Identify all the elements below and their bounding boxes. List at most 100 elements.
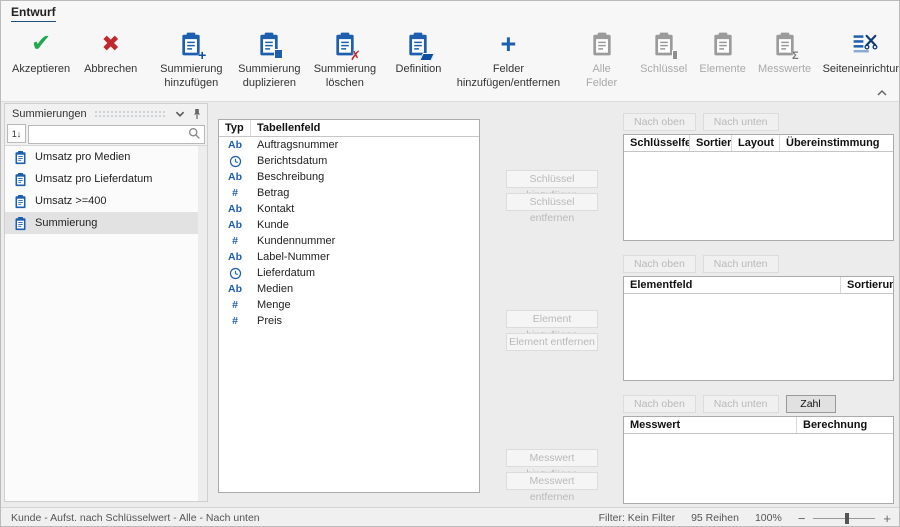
sidebar-scrollbar[interactable] [198,146,207,501]
key-remove-button[interactable]: Schlüssel entfernen [506,193,598,211]
summation-icon [13,194,28,209]
key-move-up-button[interactable]: Nach oben [623,113,696,131]
ribbon-collapse-icon[interactable] [875,87,889,99]
chevron-down-icon[interactable] [174,108,186,120]
summation-add-button[interactable]: + Summierung hinzufügen [152,22,230,101]
summation-icon [13,150,28,165]
element-move-down-button[interactable]: Nach unten [703,255,779,273]
summations-panel-title: Summierungen [12,108,87,120]
column-header-sorting[interactable]: Sortierur [690,135,732,151]
cross-icon: ✖ [101,33,119,55]
number-type-icon: # [219,315,251,327]
zoom-slider[interactable] [813,518,875,519]
field-row[interactable]: Ab Label-Nummer [219,249,479,265]
accept-button[interactable]: ✔ Akzeptieren [5,22,77,101]
ribbon-toolbar: ✔ Akzeptieren ✖ Abbrechen + Summierung h… [1,22,900,102]
measure-add-button[interactable]: Messwert hinzufügen [506,449,598,467]
keys-button[interactable]: Schlüssel [634,22,693,101]
summation-duplicate-button[interactable]: Summierung duplizieren [230,22,308,101]
field-row[interactable]: # Betrag [219,185,479,201]
zoom-out-icon[interactable]: − [798,511,806,526]
summation-icon [13,216,28,231]
measure-table-header: Messwert Berechnung [624,417,893,434]
element-table-header: Elementfeld Sortierun [624,277,893,294]
column-header-match[interactable]: Übereinstimmung [780,135,893,151]
cancel-button[interactable]: ✖ Abbrechen [77,22,144,101]
number-format-button[interactable]: Zahl [786,395,836,413]
elements-button[interactable]: Elemente [693,22,752,101]
tab-entwurf[interactable]: Entwurf [11,1,56,23]
status-summary-text: Kunde - Aufst. nach Schlüsselwert - Alle… [11,512,599,524]
fields-add-remove-label: Felder hinzufügen/entfernen [455,63,563,91]
measure-move-down-button[interactable]: Nach unten [703,395,779,413]
key-add-button[interactable]: Schlüssel hinzufügen [506,170,598,188]
key-table: Schlüsselfeld Sortierur Layout Übereinst… [623,134,894,241]
column-header-tablefield[interactable]: Tabellenfeld [251,120,479,136]
summation-list-item-selected[interactable]: Summierung [5,212,207,234]
key-table-header: Schlüsselfeld Sortierur Layout Übereinst… [624,135,893,152]
sort-button[interactable]: 1↓ [7,124,26,143]
text-type-icon: Ab [219,219,251,231]
summation-list-item[interactable]: Umsatz >=400 [5,190,207,212]
field-row[interactable]: Lieferdatum [219,265,479,281]
status-filter: Filter: Kein Filter [599,512,675,524]
summation-list-item[interactable]: Umsatz pro Lieferdatum [5,168,207,190]
page-setup-icon [852,31,878,57]
summations-list: Umsatz pro Medien Umsatz pro Lieferdatum… [5,145,207,501]
number-type-icon: # [219,187,251,199]
text-type-icon: Ab [219,139,251,151]
key-move-down-button[interactable]: Nach unten [703,113,779,131]
measures-label: Messwerte [758,63,811,77]
measures-button[interactable]: Σ Messwerte [752,22,817,101]
element-remove-button[interactable]: Element entfernen [506,333,598,351]
summation-add-label: Summierung hinzufügen [159,63,223,91]
column-header-elementfield[interactable]: Elementfeld [624,277,841,293]
summation-item-label: Umsatz pro Medien [35,151,130,163]
text-type-icon: Ab [219,251,251,263]
text-type-icon: Ab [219,283,251,295]
element-move-up-button[interactable]: Nach oben [623,255,696,273]
column-header-type[interactable]: Typ [219,120,251,136]
summations-search-input[interactable] [28,125,205,144]
search-icon [188,127,201,140]
panel-drag-handle[interactable] [94,110,167,118]
column-header-calculation[interactable]: Berechnung [797,417,893,433]
zoom-slider-thumb[interactable] [845,513,849,524]
zoom-in-icon[interactable]: + [883,511,891,526]
element-table: Elementfeld Sortierun [623,276,894,381]
field-row[interactable]: # Kundennummer [219,233,479,249]
tab-bar: Entwurf [1,1,900,22]
definition-button[interactable]: Definition [389,22,447,101]
all-fields-button[interactable]: Alle Felder [569,22,634,101]
fields-add-remove-button[interactable]: + Felder hinzufügen/entfernen [448,22,570,101]
column-header-layout[interactable]: Layout [732,135,780,151]
check-icon: ✔ [31,32,51,56]
measure-move-up-button[interactable]: Nach oben [623,395,696,413]
table-fields-panel: Typ Tabellenfeld Ab Auftragsnummer Beric… [218,119,480,493]
clipboard-elements-icon [710,31,736,57]
definition-label: Definition [396,63,442,77]
page-setup-label: Seiteneinrichtung [823,63,900,77]
ribbon-group-confirm: ✔ Akzeptieren ✖ Abbrechen [5,22,144,101]
element-move-buttons: Nach oben Nach unten [623,255,779,273]
summation-list-item[interactable]: Umsatz pro Medien [5,146,207,168]
field-row[interactable]: Ab Auftragsnummer [219,137,479,153]
status-zoom-level: 100% [755,512,782,524]
accept-label: Akzeptieren [12,63,70,77]
field-row[interactable]: Ab Kontakt [219,201,479,217]
field-row[interactable]: Berichtsdatum [219,153,479,169]
field-row[interactable]: Ab Medien [219,281,479,297]
summations-panel-header: Summierungen [5,104,207,124]
column-header-keyfield[interactable]: Schlüsselfeld [624,135,690,151]
field-row[interactable]: # Preis [219,313,479,329]
field-row[interactable]: # Menge [219,297,479,313]
element-add-button[interactable]: Element hinzufügen [506,310,598,328]
pin-icon[interactable] [191,108,203,120]
field-row[interactable]: Ab Kunde [219,217,479,233]
measure-remove-button[interactable]: Messwert entfernen [506,472,598,490]
summation-delete-button[interactable]: ✗ Summierung löschen [308,22,381,101]
field-row[interactable]: Ab Beschreibung [219,169,479,185]
summation-item-label: Umsatz pro Lieferdatum [35,173,152,185]
column-header-sorting[interactable]: Sortierun [841,277,893,293]
column-header-measure[interactable]: Messwert [624,417,797,433]
